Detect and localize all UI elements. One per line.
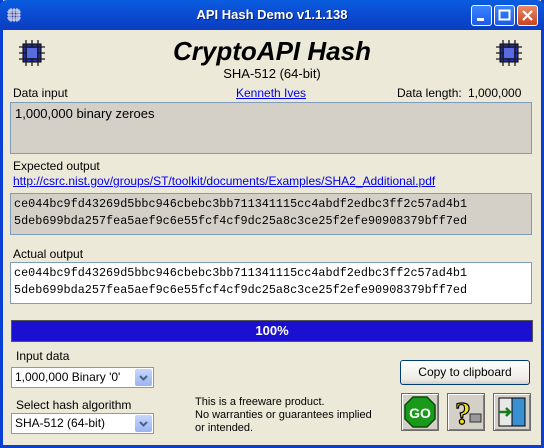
input-data-value: 1,000,000 Binary '0' — [15, 370, 121, 384]
expected-output-label: Expected output — [13, 159, 100, 173]
expected-output-box[interactable]: ce044bc9fd43269d5bbc946cbebc3bb711341115… — [10, 193, 532, 235]
app-window: API Hash Demo v1.1.138 CryptoAPI Hash SH… — [0, 0, 544, 448]
app-heading: CryptoAPI Hash — [173, 36, 371, 66]
data-input-box[interactable]: 1,000,000 binary zeroes — [10, 102, 532, 154]
svg-text:GO: GO — [409, 405, 431, 421]
data-length-label: Data length: — [397, 86, 462, 100]
hash-algorithm-label: Select hash algorithm — [16, 398, 132, 412]
progress-bar: 100% — [11, 320, 533, 342]
data-length-value: 1,000,000 — [468, 86, 522, 100]
go-button[interactable]: GO — [401, 393, 439, 431]
author-link[interactable]: Kenneth Ives — [236, 86, 306, 100]
freeware-note-2: No warranties or guarantees implied — [195, 409, 372, 421]
input-data-select[interactable]: 1,000,000 Binary '0' — [11, 367, 154, 388]
minimize-button[interactable] — [471, 5, 492, 26]
data-input-label: Data input — [13, 86, 68, 100]
close-button[interactable] — [517, 5, 538, 26]
actual-output-box[interactable]: ce044bc9fd43269d5bbc946cbebc3bb711341115… — [10, 262, 532, 304]
close-icon — [522, 10, 533, 21]
expected-hash-line-2: 5deb699bda257fea5aef9c6e55fcf4cf9dc25a8c… — [14, 214, 468, 228]
copy-to-clipboard-button[interactable]: Copy to clipboard — [400, 360, 530, 385]
window-title: API Hash Demo v1.1.138 — [196, 7, 348, 22]
input-data-label: Input data — [16, 349, 70, 363]
expected-hash-line-1: ce044bc9fd43269d5bbc946cbebc3bb711341115… — [14, 197, 468, 211]
exit-icon — [498, 397, 526, 427]
help-button[interactable]: ? — [447, 393, 485, 432]
chevron-down-icon[interactable] — [135, 415, 152, 432]
nist-reference-link[interactable]: http://csrc.nist.gov/groups/ST/toolkit/d… — [13, 174, 435, 188]
algorithm-subtitle: SHA-512 (64-bit) — [223, 66, 321, 81]
actual-hash-line-1: ce044bc9fd43269d5bbc946cbebc3bb711341115… — [14, 266, 468, 280]
freeware-note-1: This is a freeware product. — [195, 396, 325, 408]
maximize-icon — [498, 9, 511, 21]
hash-algorithm-select[interactable]: SHA-512 (64-bit) — [11, 413, 154, 434]
title-bar[interactable]: API Hash Demo v1.1.138 — [0, 0, 544, 30]
svg-text:?: ? — [455, 395, 471, 430]
actual-output-label: Actual output — [13, 247, 84, 261]
hash-algorithm-value: SHA-512 (64-bit) — [15, 416, 106, 430]
exit-button[interactable] — [493, 393, 531, 431]
maximize-button[interactable] — [494, 5, 515, 26]
actual-hash-line-2: 5deb699bda257fea5aef9c6e55fcf4cf9dc25a8c… — [14, 283, 468, 297]
freeware-note-3: or intended. — [195, 422, 254, 434]
chevron-down-icon[interactable] — [135, 369, 152, 386]
minimize-icon — [477, 18, 484, 21]
go-icon: GO — [404, 396, 436, 428]
help-icon: ? — [454, 394, 482, 432]
